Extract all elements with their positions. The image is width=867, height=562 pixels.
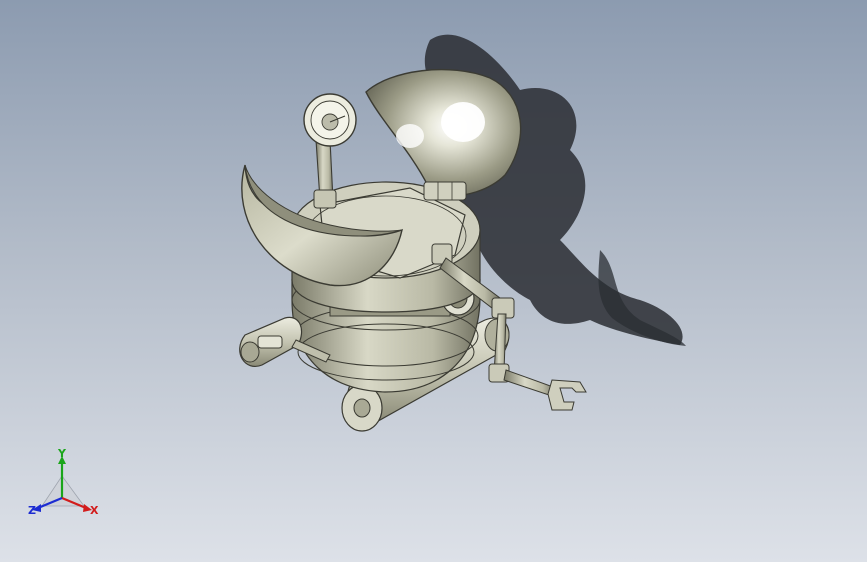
graphics-viewport[interactable]: Y X Z [0, 0, 867, 562]
dome-lid[interactable] [365, 68, 522, 197]
gripper-claw[interactable] [547, 379, 587, 411]
lid-hinge[interactable] [423, 181, 467, 201]
triad-x-label: X [90, 504, 99, 517]
triad-y-label: Y [58, 447, 66, 460]
model-scene[interactable] [0, 0, 867, 562]
coordinate-triad: Y X Z [22, 446, 104, 526]
triad-z-label: Z [28, 504, 36, 517]
